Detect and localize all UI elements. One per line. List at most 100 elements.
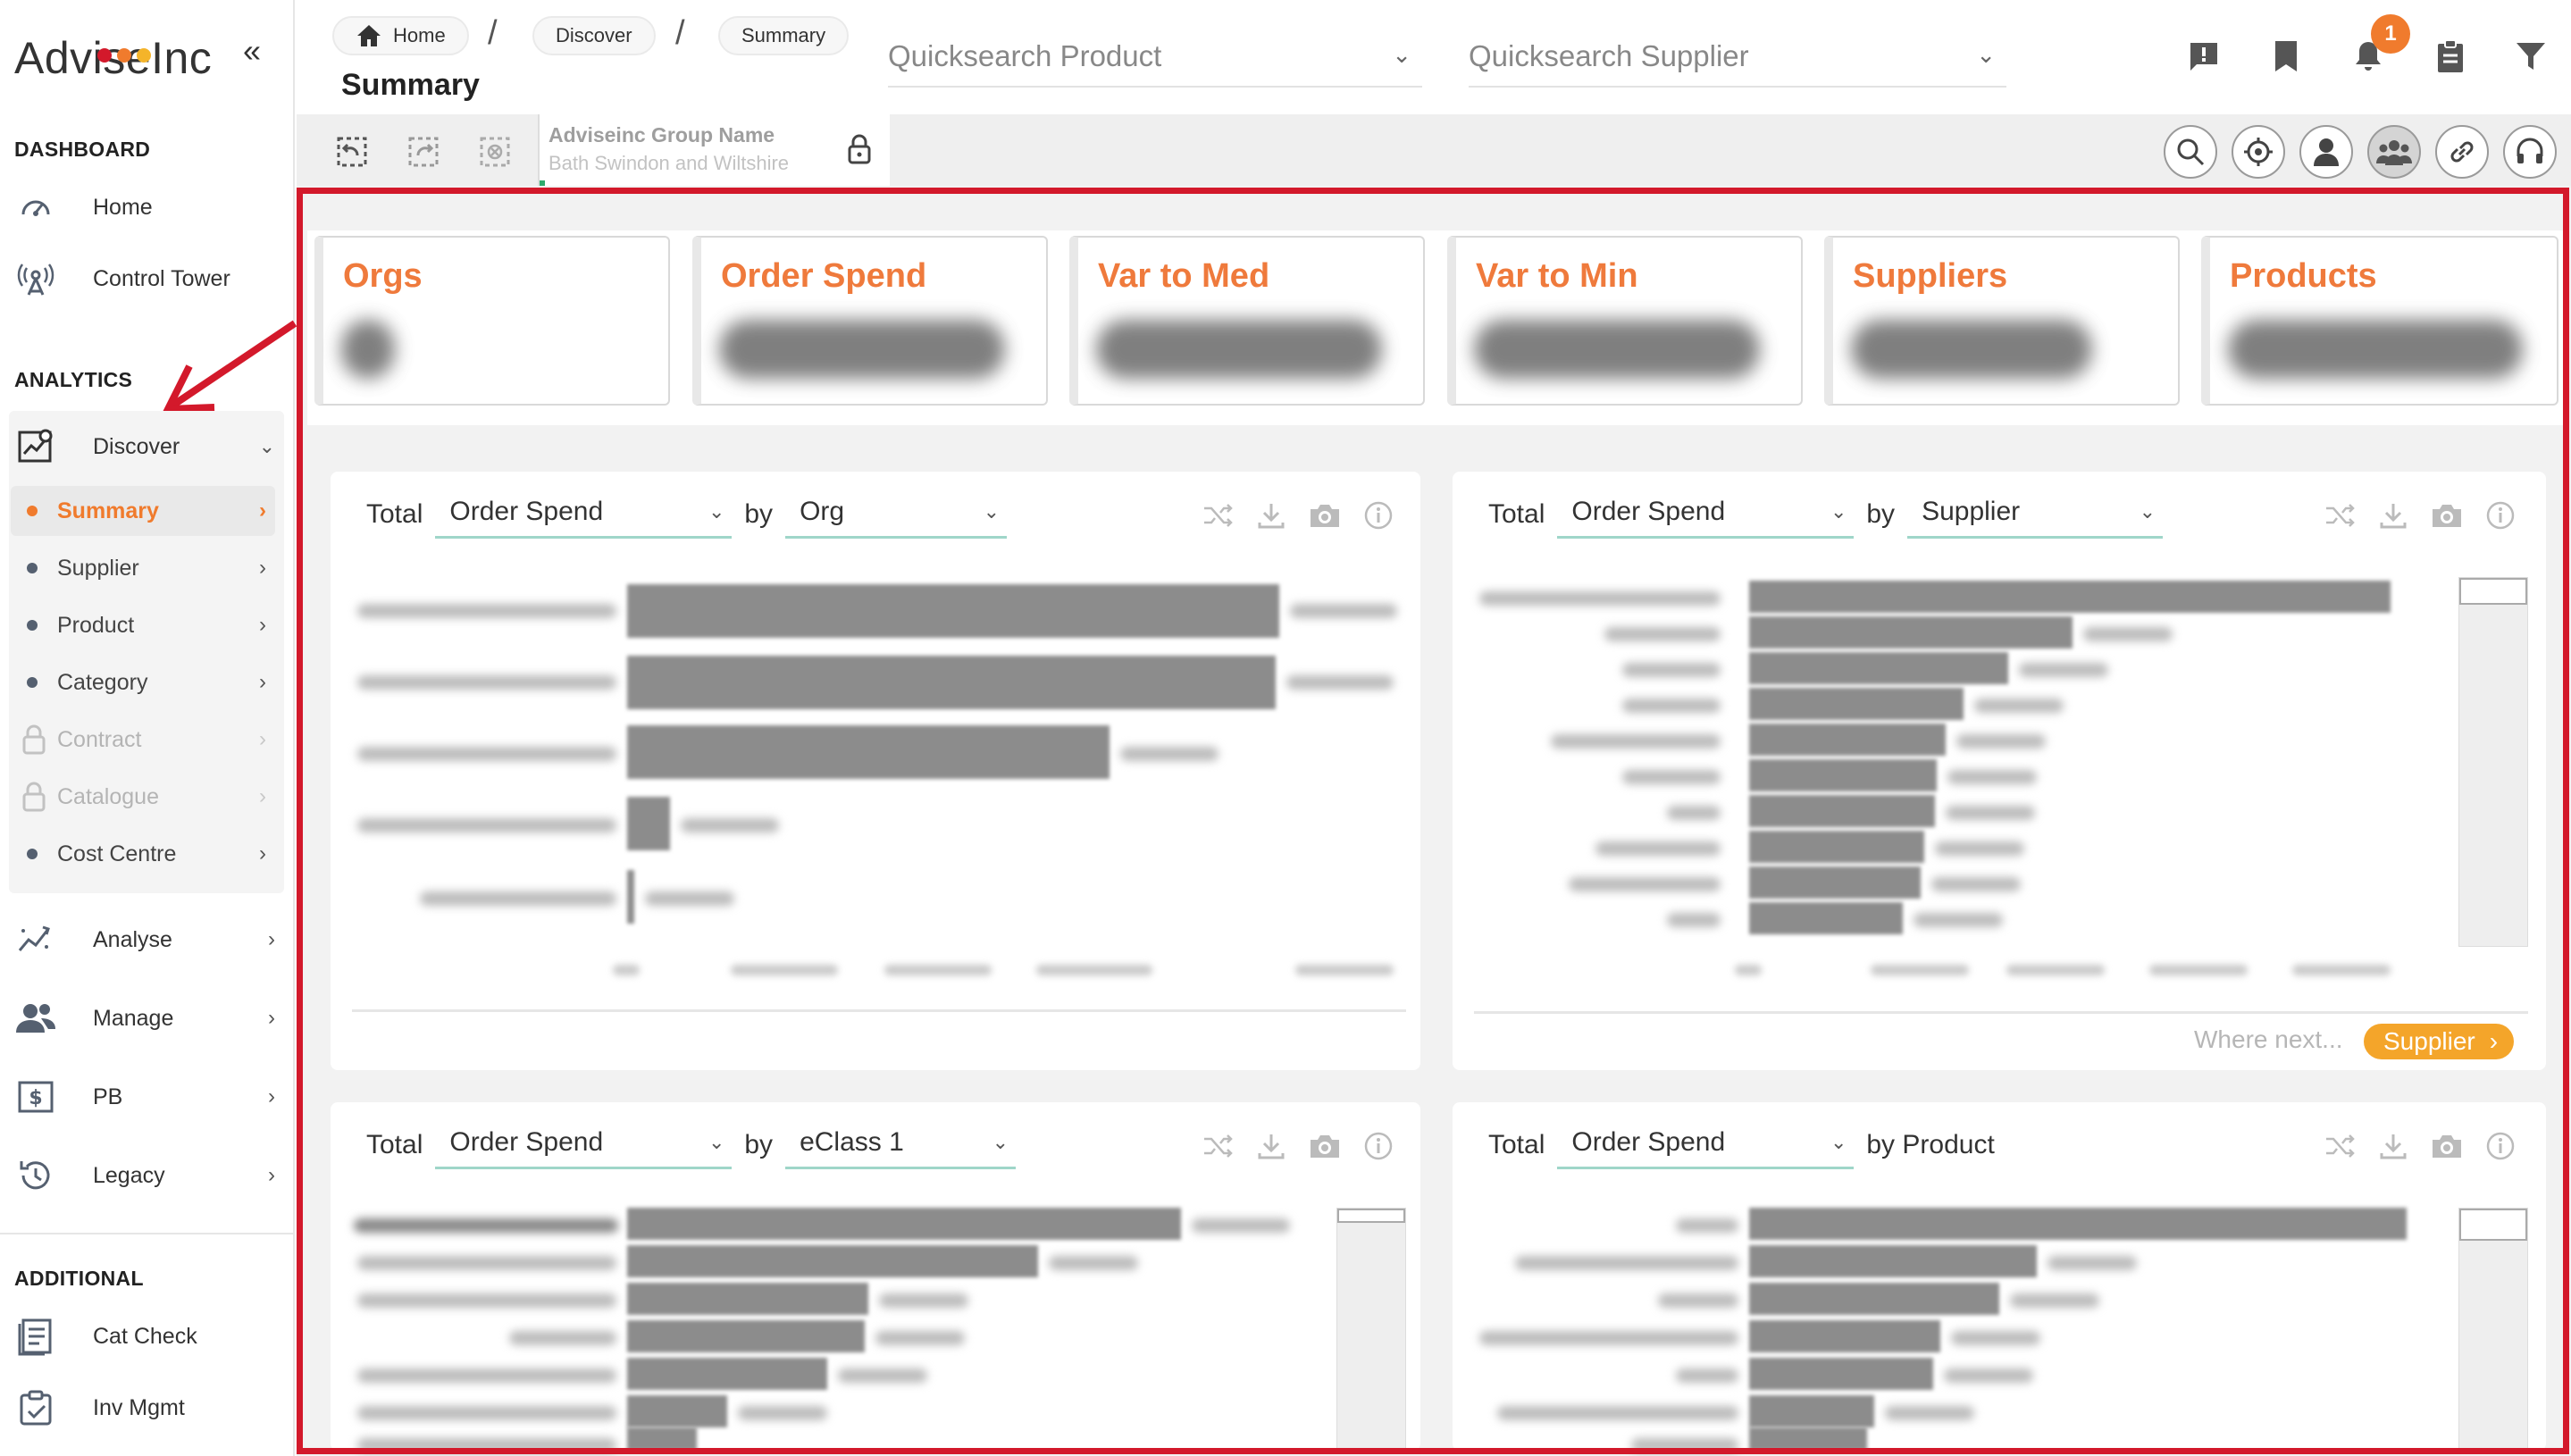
bar bbox=[1749, 1208, 2407, 1240]
breadcrumb-separator: / bbox=[488, 14, 498, 52]
subnav-contract: Contract › bbox=[11, 715, 275, 765]
adviseinc-logo[interactable]: AdviseInc bbox=[14, 32, 212, 84]
breadcrumb-summary[interactable]: Summary bbox=[718, 16, 850, 55]
subnav-cost-centre[interactable]: Cost Centre › bbox=[11, 829, 275, 879]
chevron-down-icon: ⌄ bbox=[258, 435, 275, 457]
bar bbox=[1749, 866, 1921, 899]
subnav-supplier[interactable]: Supplier › bbox=[11, 543, 275, 593]
subnav-catalogue-label: Catalogue bbox=[57, 783, 159, 809]
chevron-right-icon: › bbox=[268, 1006, 275, 1030]
total-label: Total bbox=[1488, 1130, 1545, 1159]
info-icon[interactable] bbox=[2483, 498, 2517, 532]
info-icon[interactable] bbox=[1361, 498, 1395, 532]
lock-icon bbox=[20, 724, 48, 755]
nav-inv-mgmt[interactable]: Inv Mgmt bbox=[14, 1383, 282, 1433]
shuffle-icon[interactable] bbox=[1201, 498, 1235, 532]
quicksearch-product-select[interactable]: Quicksearch Product ⌄ bbox=[888, 27, 1422, 88]
subnav-category[interactable]: Category › bbox=[11, 657, 275, 707]
kpi-var-to-med[interactable]: Var to Med bbox=[1069, 236, 1425, 406]
kpi-var-to-min[interactable]: Var to Min bbox=[1447, 236, 1803, 406]
clear-selection-icon[interactable] bbox=[475, 132, 515, 172]
bar bbox=[1749, 1427, 1867, 1451]
redo-selection-icon[interactable] bbox=[404, 132, 443, 172]
target-icon[interactable] bbox=[2232, 125, 2285, 179]
nav-discover[interactable]: Discover ⌄ bbox=[14, 422, 282, 472]
team-icon[interactable] bbox=[2367, 125, 2421, 179]
nav-legacy[interactable]: Legacy › bbox=[14, 1151, 282, 1201]
metric-select[interactable]: Order Spend ⌄ bbox=[1557, 497, 1855, 539]
subnav-summary-label: Summary bbox=[57, 498, 159, 523]
clipboard-icon[interactable] bbox=[2430, 36, 2471, 77]
bar bbox=[1749, 1358, 1933, 1390]
chart-card-by-product: Total Order Spend ⌄ by Product bbox=[1453, 1102, 2546, 1452]
nav-home-label: Home bbox=[93, 194, 153, 220]
shuffle-icon[interactable] bbox=[2323, 1129, 2357, 1163]
download-icon[interactable] bbox=[1254, 498, 1288, 532]
scroll-minimap[interactable] bbox=[1336, 1208, 1406, 1451]
metric-select[interactable]: Order Spend ⌄ bbox=[435, 497, 733, 539]
kpi-var-to-min-title: Var to Min bbox=[1476, 257, 1638, 295]
metric-select[interactable]: Order Spend ⌄ bbox=[435, 1127, 733, 1169]
discover-chart-icon bbox=[14, 425, 57, 468]
dimension-select[interactable]: Supplier ⌄ bbox=[1907, 497, 2164, 539]
nav-home[interactable]: Home bbox=[14, 182, 282, 232]
subnav-product-label: Product bbox=[57, 612, 135, 638]
chevron-down-icon: ⌄ bbox=[1392, 41, 1411, 68]
nav-analyse[interactable]: Analyse › bbox=[14, 915, 282, 965]
bar bbox=[627, 725, 1110, 779]
next-supplier-button[interactable]: Supplier › bbox=[2364, 1024, 2515, 1059]
group-name-label: Adviseinc Group Name bbox=[549, 123, 775, 146]
nav-cat-check[interactable]: Cat Check bbox=[14, 1311, 282, 1361]
chevron-down-icon: ⌄ bbox=[1830, 1131, 1847, 1153]
chevron-right-icon: › bbox=[259, 498, 266, 523]
undo-selection-icon[interactable] bbox=[332, 132, 372, 172]
link-icon[interactable] bbox=[2435, 125, 2489, 179]
dimension-select-value: Org bbox=[800, 497, 845, 526]
download-icon[interactable] bbox=[2376, 1129, 2410, 1163]
download-icon[interactable] bbox=[2376, 498, 2410, 532]
subnav-summary[interactable]: Summary › bbox=[11, 486, 275, 536]
bookmark-icon[interactable] bbox=[2265, 36, 2307, 77]
headset-icon[interactable] bbox=[2503, 125, 2557, 179]
kpi-orgs[interactable]: Orgs bbox=[314, 236, 670, 406]
subnav-product[interactable]: Product › bbox=[11, 600, 275, 650]
bar bbox=[627, 1395, 727, 1427]
quicksearch-supplier-select[interactable]: Quicksearch Supplier ⌄ bbox=[1469, 27, 2006, 88]
user-icon[interactable] bbox=[2299, 125, 2353, 179]
info-icon[interactable] bbox=[1361, 1129, 1395, 1163]
nav-cat-check-label: Cat Check bbox=[93, 1323, 197, 1349]
camera-icon[interactable] bbox=[1308, 498, 1342, 532]
shuffle-icon[interactable] bbox=[1201, 1129, 1235, 1163]
camera-icon[interactable] bbox=[1308, 1129, 1342, 1163]
camera-icon[interactable] bbox=[2430, 1129, 2464, 1163]
subnav-contract-label: Contract bbox=[57, 726, 142, 752]
collapse-sidebar-button[interactable]: « bbox=[243, 32, 261, 70]
feedback-icon[interactable] bbox=[2183, 36, 2224, 77]
logo-dots bbox=[97, 21, 156, 73]
dimension-select[interactable]: Org ⌄ bbox=[785, 497, 1008, 539]
scroll-minimap[interactable] bbox=[2458, 1208, 2528, 1451]
metric-select[interactable]: Order Spend ⌄ bbox=[1557, 1127, 1855, 1169]
kpi-order-spend[interactable]: Order Spend bbox=[692, 236, 1048, 406]
bar bbox=[1749, 616, 2073, 649]
download-icon[interactable] bbox=[1254, 1129, 1288, 1163]
filter-icon[interactable] bbox=[2510, 36, 2551, 77]
nav-manage[interactable]: Manage › bbox=[14, 993, 282, 1043]
breadcrumb-home[interactable]: Home bbox=[332, 16, 469, 55]
nav-control-tower[interactable]: Control Tower bbox=[14, 254, 282, 304]
camera-icon[interactable] bbox=[2430, 498, 2464, 532]
shuffle-icon[interactable] bbox=[2323, 498, 2357, 532]
group-name-value: Bath Swindon and Wiltshire bbox=[549, 152, 790, 174]
chevron-right-icon: › bbox=[259, 556, 266, 580]
dimension-select[interactable]: eClass 1 ⌄ bbox=[785, 1127, 1017, 1169]
nav-pb[interactable]: $ PB › bbox=[14, 1072, 282, 1122]
kpi-suppliers[interactable]: Suppliers bbox=[1824, 236, 2180, 406]
quicksearch-product-placeholder: Quicksearch Product bbox=[888, 39, 1162, 72]
info-icon[interactable] bbox=[2483, 1129, 2517, 1163]
search-icon[interactable] bbox=[2164, 125, 2217, 179]
chevron-down-icon: ⌄ bbox=[2139, 500, 2156, 523]
breadcrumb-discover[interactable]: Discover bbox=[532, 16, 656, 55]
total-label: Total bbox=[366, 499, 423, 529]
kpi-products[interactable]: Products bbox=[2201, 236, 2558, 406]
scroll-minimap[interactable] bbox=[2458, 577, 2528, 947]
